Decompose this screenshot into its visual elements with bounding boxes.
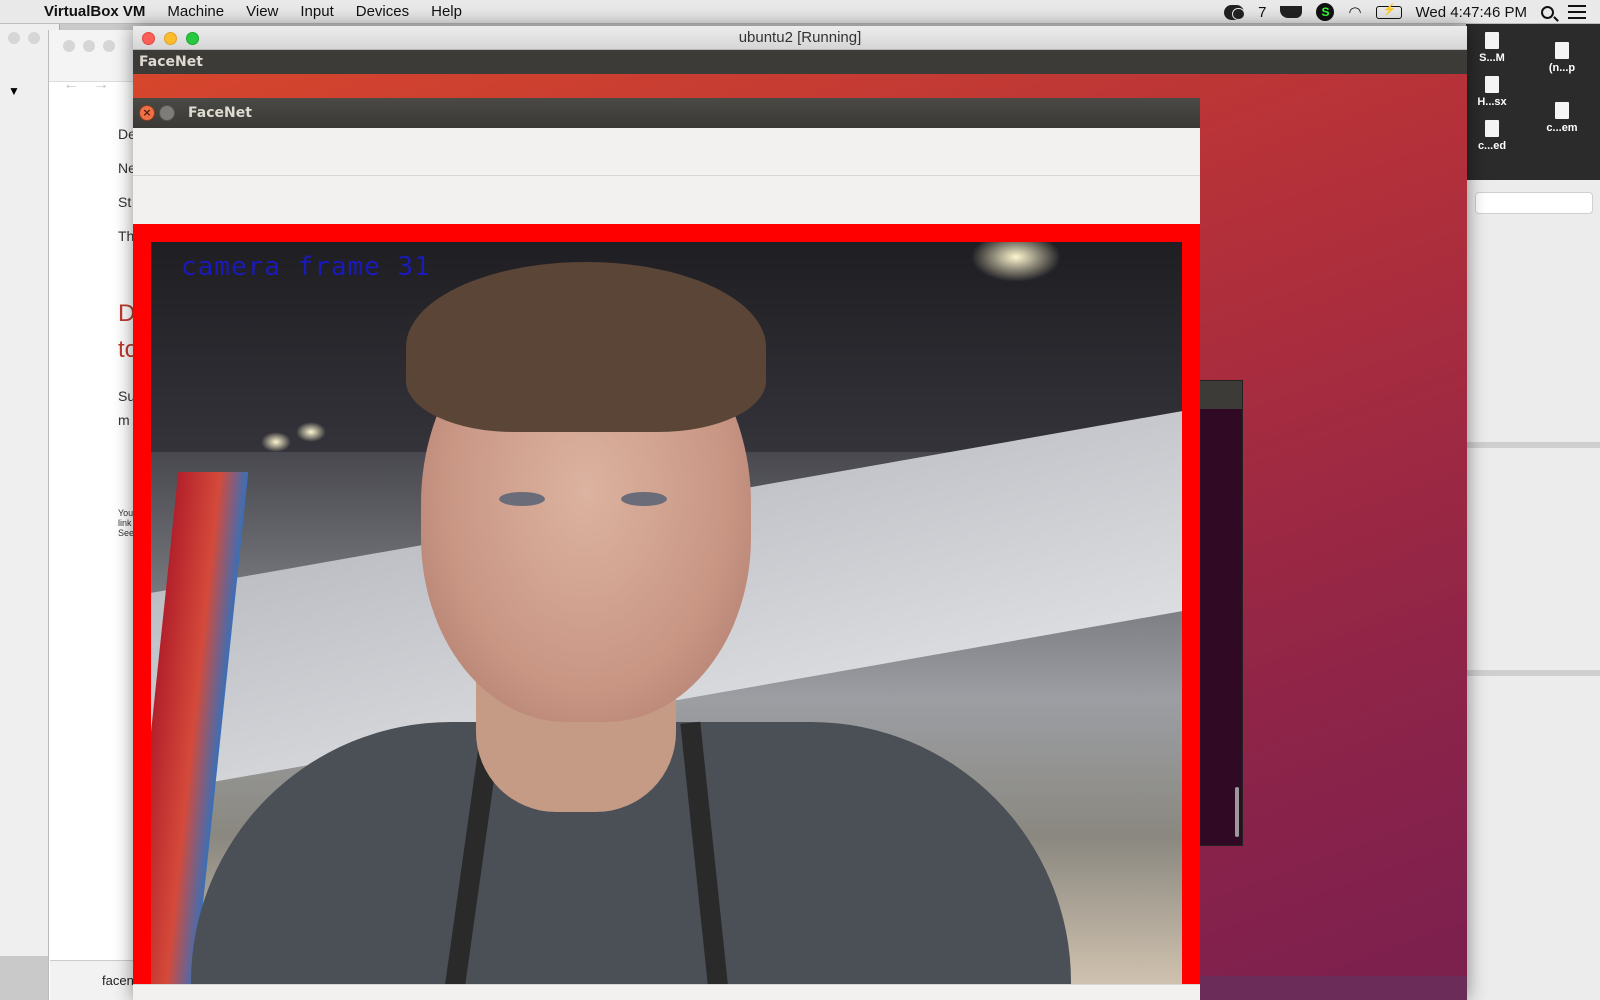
finder-search-field[interactable] [1475,192,1593,214]
face-detection-box: camera frame 31 [133,224,1200,1000]
background-small-line: link [118,518,132,528]
background-window-controls [8,32,40,44]
menu-input[interactable]: Input [300,3,333,20]
close-button[interactable] [142,32,155,45]
desktop-file-label: H...sx [1477,96,1507,108]
background-small-line: You [118,508,134,518]
background-finder-window [1466,180,1600,1000]
wechat-count: 7 [1258,3,1267,21]
facenet-window-title: FaceNet [188,105,252,121]
battery-icon[interactable] [1375,3,1402,19]
wechat-icon[interactable] [1224,4,1246,20]
clock[interactable]: Wed 4:47:46 PM [1416,4,1527,21]
person-eye [499,492,545,506]
camera-frame-label: camera frame 31 [181,252,431,282]
document-icon [1555,42,1569,59]
download-file-name: facen [102,973,134,988]
person-hair [406,262,766,432]
forward-arrow-icon[interactable]: → [93,76,109,94]
menu-devices[interactable]: Devices [356,3,409,20]
terminal-scrollbar[interactable] [1235,787,1239,837]
minimize-icon[interactable] [159,105,175,121]
document-icon [1555,102,1569,119]
background-small-line: See [118,528,135,538]
virtualbox-vm-window: ubuntu2 [Running] FaceNet × FaceNet came… [133,26,1467,1000]
vm-title-bar[interactable]: ubuntu2 [Running] [133,26,1467,50]
zoom-button[interactable] [186,32,199,45]
disclosure-triangle-icon[interactable]: ▼ [8,84,20,98]
background-body-line: m [118,412,130,428]
menu-view[interactable]: View [246,3,278,20]
desktop-file-label: S...M [1479,52,1505,64]
menu-machine[interactable]: Machine [167,3,224,20]
facenet-window-controls: × [139,105,175,121]
facenet-status-bar [133,984,1200,1000]
ubuntu-desktop: FaceNet × FaceNet camera frame 31 [133,50,1467,1000]
notification-center-icon[interactable] [1568,5,1586,19]
desktop-file-icon[interactable]: H...sx [1462,76,1522,108]
ubuntu-active-app-title: FaceNet [139,54,203,70]
facenet-window: × FaceNet camera frame 31 [133,98,1200,1000]
divider [1467,442,1600,448]
background-browser-controls [63,40,115,52]
skype-icon[interactable]: S [1316,3,1335,21]
background-text-line: Th [118,228,135,244]
back-arrow-icon[interactable]: ← [63,76,79,94]
spotlight-search-icon[interactable] [1541,5,1554,19]
desktop-file-label: c...em [1546,122,1578,134]
close-icon[interactable]: × [139,105,155,121]
minimize-button[interactable] [164,32,177,45]
document-icon [1485,32,1499,49]
status-area: 7 S ◠ Wed 4:47:46 PM [1224,0,1586,24]
facenet-toolbar [133,128,1200,176]
background-text-line: St [118,194,132,210]
desktop-file-label: c...ed [1477,140,1507,152]
document-icon [1485,120,1499,137]
ceiling-light [296,422,326,442]
facenet-title-bar[interactable]: × FaceNet [133,98,1200,128]
ubuntu-top-panel: FaceNet [133,50,1467,74]
ceiling-light [261,432,291,452]
document-icon [1485,76,1499,93]
desktop-file-icon[interactable]: (n...p [1532,42,1592,74]
desktop-file-icon[interactable]: c...em [1532,102,1592,134]
menu-app-name[interactable]: VirtualBox VM [44,3,145,20]
divider [1467,670,1600,676]
vm-window-title: ubuntu2 [Running] [738,29,862,46]
docker-icon[interactable] [1280,6,1303,18]
camera-feed-image: camera frame 31 [151,242,1182,1000]
wifi-icon[interactable]: ◠ [1348,3,1361,21]
person-eye [621,492,667,506]
desktop-file-icon[interactable]: c...ed [1462,120,1522,152]
vm-window-controls [142,32,199,45]
macos-menu-bar: VirtualBox VM Machine View Input Devices… [0,0,1600,24]
desktop-file-icon[interactable]: S...M [1462,32,1522,64]
desktop-file-label: (n...p [1548,62,1576,74]
menu-help[interactable]: Help [431,3,462,20]
